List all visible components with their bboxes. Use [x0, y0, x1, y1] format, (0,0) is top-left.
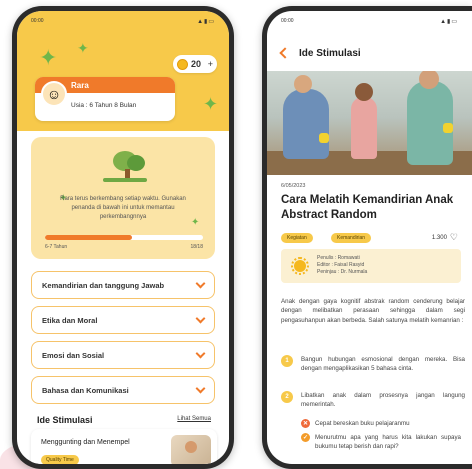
progress-track [45, 235, 203, 240]
stimulus-title: Menggunting dan Menempel [41, 439, 130, 446]
profile-name: Rara [71, 80, 89, 90]
category-label: Bahasa dan Komunikasi [42, 385, 129, 395]
tag-independence[interactable]: Kemandirian [331, 233, 372, 243]
profile-age: Usia : 6 Tahun 8 Bulan [71, 102, 137, 109]
section-title: Ide Stimulasi [37, 415, 93, 425]
status-bar: 00:00 ▲▮▭ [17, 11, 229, 31]
chevron-down-icon [195, 348, 206, 359]
category-accordion-ethics[interactable]: Etika dan Moral [31, 306, 215, 334]
girl-avatar-icon: ☺ [41, 81, 67, 107]
coin-value: 20 [191, 59, 202, 69]
status-time: 00:00 [31, 18, 44, 24]
like-count: 1.300 [431, 234, 447, 241]
article-hero-image [267, 71, 472, 175]
chevron-down-icon [195, 313, 206, 324]
back-arrow-icon[interactable] [279, 47, 291, 59]
progress-fill [45, 235, 132, 240]
credit-reviewer: Peninjau : Dr. Nurmala [317, 269, 368, 275]
showcase-canvas: 00:00 ▲▮▭ ✦ ✦ ✦ 20 + Rara Usia : 6 Tahun… [0, 0, 472, 469]
status-time: 00:00 [281, 18, 294, 24]
phone-frame-right: 00:00 ▲▮▭ Ide Stimulasi 6/05/2023 Cara M… [262, 6, 472, 469]
heart-icon[interactable]: ♡ [450, 232, 458, 243]
see-all-link[interactable]: Lihat Semua [177, 416, 211, 422]
progress-description: Rara terus berkembang setiap waktu. Guna… [60, 196, 186, 220]
leaf-icon: ✦ [39, 45, 58, 70]
chevron-down-icon [195, 278, 206, 289]
bullet-text: Menurutmu apa yang harus kita lakukan su… [315, 434, 461, 451]
category-label: Etika dan Moral [42, 315, 98, 325]
category-label: Emosi dan Sosial [42, 350, 105, 360]
category-accordion-emotion[interactable]: Emosi dan Sosial [31, 341, 215, 369]
category-accordion-language[interactable]: Bahasa dan Komunikasi [31, 376, 215, 404]
category-accordion-independence[interactable]: Kemandirian dan tanggung Jawab [31, 271, 215, 299]
credit-writer: Penulis : Romawati [317, 255, 360, 261]
stimulus-card[interactable]: Menggunting dan Menempel Quality Time [31, 429, 217, 464]
article-screen: 00:00 ▲▮▭ Ide Stimulasi 6/05/2023 Cara M… [267, 11, 472, 464]
leaf-icon: ✦ [203, 94, 219, 114]
progress-range-start: 6-7 Tahun [45, 244, 68, 250]
stimulus-thumbnail [171, 435, 211, 464]
number-badge: 1 [281, 355, 293, 367]
article-header: Ide Stimulasi [267, 41, 472, 65]
list-item-text: Bangun hubungan esmosional dengan mereka… [301, 356, 465, 373]
signal-battery-icon: ▲▮▭ [197, 18, 215, 25]
sun-icon [291, 257, 309, 275]
tag-activity[interactable]: Kegiatan [281, 233, 313, 243]
add-coin-button[interactable]: + [208, 59, 213, 69]
article-title: Cara Melatih Kemandirian Anak Abstract R… [281, 194, 454, 221]
check-icon: ✓ [301, 433, 310, 442]
leaf-icon: ✦ [77, 40, 89, 56]
number-badge: 2 [281, 391, 293, 403]
tree-illustration [103, 151, 147, 182]
article-date: 6/05/2023 [281, 183, 306, 189]
credit-editor: Editor : Faisal Rasyid [317, 262, 365, 268]
signal-battery-icon: ▲▮▭ [440, 18, 458, 25]
list-item-text: Libatkan anak dalam prosesnya jangan lan… [301, 392, 465, 409]
chevron-down-icon [195, 383, 206, 394]
category-label: Kemandirian dan tanggung Jawab [42, 280, 165, 290]
cross-icon: ✕ [301, 419, 310, 428]
stimulus-tag: Quality Time [41, 455, 79, 464]
credit-lines: Penulis : Romawati Editor : Faisal Rasyi… [317, 255, 367, 276]
coin-balance[interactable]: 20 + [173, 55, 217, 73]
credit-box: Penulis : Romawati Editor : Faisal Rasyi… [281, 249, 461, 283]
like-counter[interactable]: 1.300 ♡ [432, 232, 458, 243]
bullet-text: Cepat bereskan buku pelajaranmu [315, 420, 410, 427]
article-body: Anak dengan gaya kognitif abstrak random… [281, 298, 465, 324]
progress-card: ✦ ✦ Rara terus berkembang setiap waktu. … [31, 137, 215, 259]
header-title: Ide Stimulasi [299, 47, 361, 59]
progress-range-end: 18/18 [190, 244, 203, 250]
status-bar: 00:00 ▲▮▭ [267, 11, 472, 31]
profile-screen: 00:00 ▲▮▭ ✦ ✦ ✦ 20 + Rara Usia : 6 Tahun… [17, 11, 229, 464]
coin-icon [177, 58, 188, 70]
phone-frame-left: 00:00 ▲▮▭ ✦ ✦ ✦ 20 + Rara Usia : 6 Tahun… [12, 6, 234, 469]
